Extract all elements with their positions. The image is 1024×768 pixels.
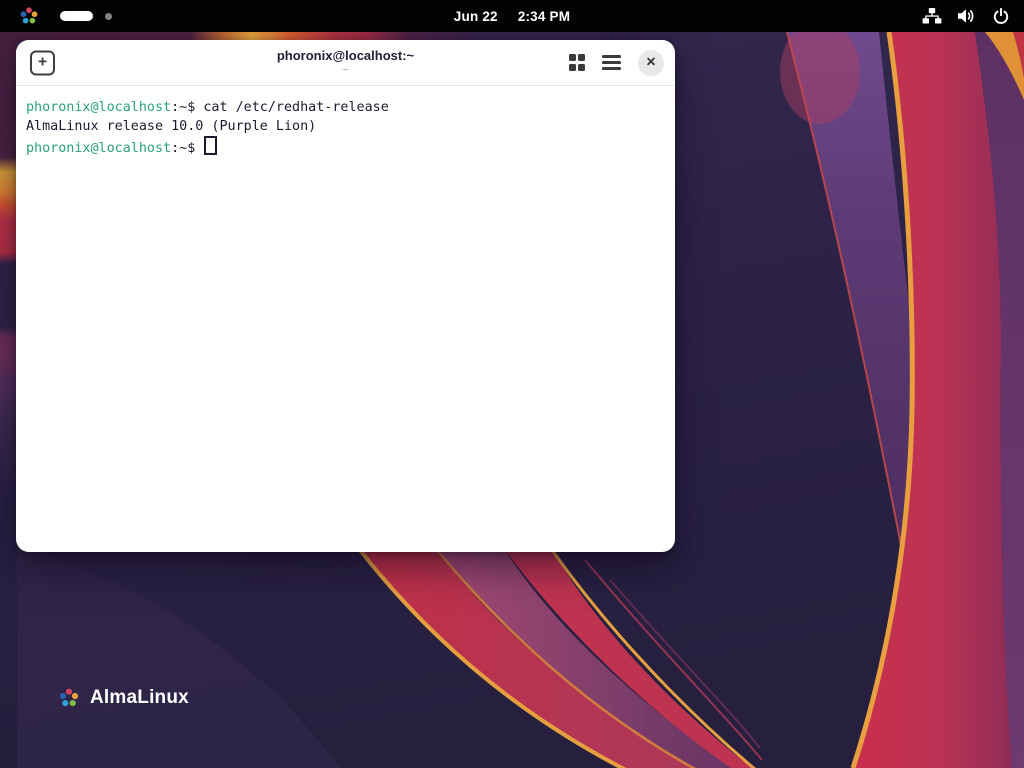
desktop: Jun 22 2:34 PM [0, 0, 1024, 768]
brand-wordmark: AlmaLinux [90, 687, 189, 709]
workspace-indicator-active[interactable] [60, 11, 93, 21]
terminal-titlebar[interactable]: + phoronix@localhost:~ ~ ✕ [16, 40, 675, 86]
prompt-suffix: :~$ [171, 141, 203, 156]
clock-time: 2:34 PM [518, 9, 570, 24]
window-title: phoronix@localhost:~ [277, 48, 414, 64]
terminal-line: phoronix@localhost:~$ [26, 136, 665, 158]
terminal-cursor [204, 136, 217, 155]
terminal-content[interactable]: phoronix@localhost:~$ cat /etc/redhat-re… [16, 86, 675, 552]
distro-logo-icon[interactable] [18, 5, 40, 27]
almalinux-logo-icon [57, 686, 81, 710]
terminal-line: AlmaLinux release 10.0 (Purple Lion) [26, 117, 665, 136]
wallpaper-brand: AlmaLinux [57, 686, 189, 710]
close-icon: ✕ [646, 56, 656, 69]
clock[interactable]: Jun 22 2:34 PM [0, 0, 1024, 32]
command-text: cat /etc/redhat-release [203, 100, 388, 115]
tab-overview-button[interactable] [569, 54, 586, 71]
top-bar: Jun 22 2:34 PM [0, 0, 1024, 32]
command-output: AlmaLinux release 10.0 (Purple Lion) [26, 119, 316, 134]
power-icon[interactable] [992, 7, 1010, 25]
workspace-indicator-dot[interactable] [105, 13, 112, 20]
new-tab-button[interactable]: + [30, 50, 55, 75]
close-button[interactable]: ✕ [638, 50, 664, 76]
prompt-user-host: phoronix@localhost [26, 141, 171, 156]
volume-icon[interactable] [957, 8, 977, 24]
plus-icon: + [38, 55, 47, 71]
menu-button[interactable] [602, 55, 621, 70]
terminal-window: + phoronix@localhost:~ ~ ✕ phoronix@loca… [16, 40, 675, 552]
window-subtitle: ~ [343, 65, 349, 77]
terminal-line: phoronix@localhost:~$ cat /etc/redhat-re… [26, 98, 665, 117]
prompt-suffix: :~$ [171, 100, 203, 115]
prompt-user-host: phoronix@localhost [26, 100, 171, 115]
network-wired-icon[interactable] [922, 8, 942, 25]
clock-date: Jun 22 [454, 9, 498, 24]
system-tray [922, 7, 1024, 25]
